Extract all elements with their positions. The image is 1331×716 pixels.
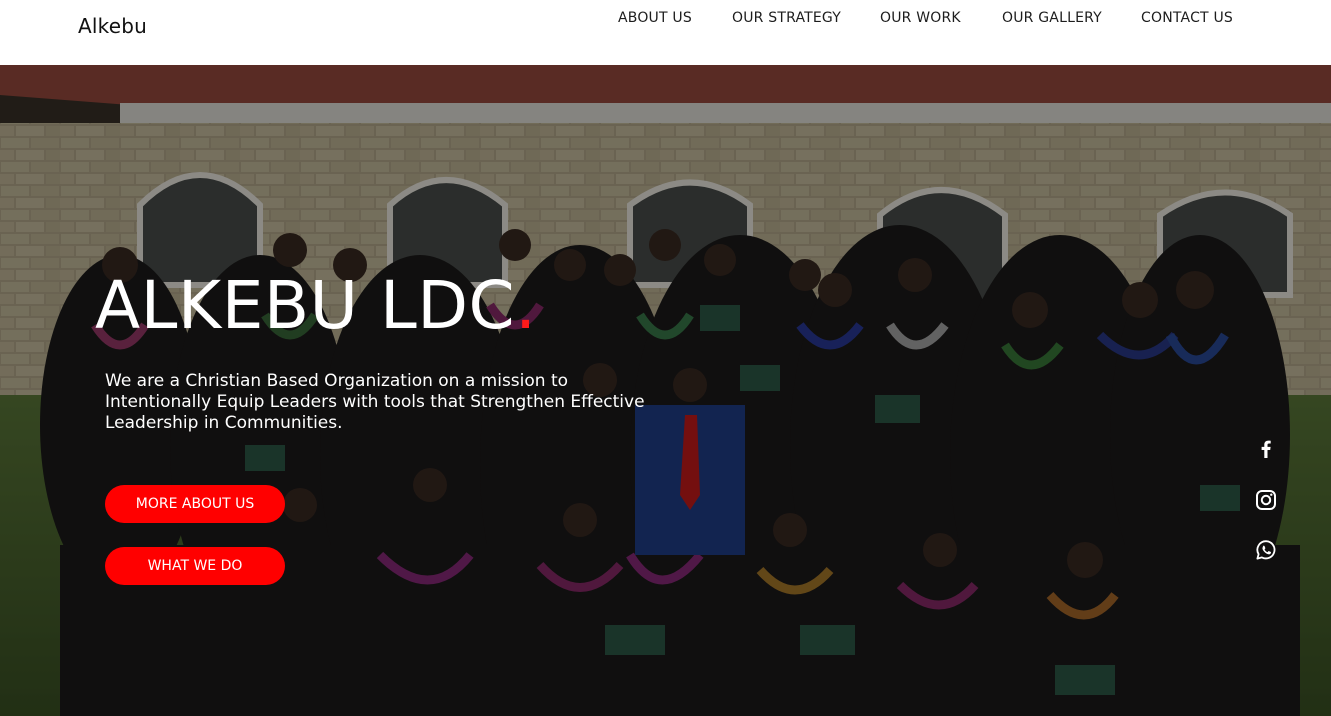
- what-we-do-button[interactable]: WHAT WE DO: [105, 547, 285, 585]
- hero-title-dot: .: [515, 267, 537, 344]
- nav-our-strategy[interactable]: OUR STRATEGY: [732, 10, 841, 26]
- facebook-icon[interactable]: [1254, 437, 1278, 461]
- nav-our-work[interactable]: OUR WORK: [880, 10, 961, 26]
- instagram-icon[interactable]: [1254, 488, 1278, 512]
- page: Alkebu ABOUT US OUR STRATEGY OUR WORK OU…: [0, 0, 1331, 716]
- nav-our-gallery[interactable]: OUR GALLERY: [1002, 10, 1102, 26]
- hero-title: ALKEBU LDC.: [95, 273, 537, 339]
- nav-about-us[interactable]: ABOUT US: [618, 10, 692, 26]
- hero-title-text: ALKEBU LDC: [95, 267, 516, 344]
- hero-description: We are a Christian Based Organization on…: [105, 371, 645, 433]
- whatsapp-icon[interactable]: [1254, 538, 1278, 562]
- site-header: Alkebu ABOUT US OUR STRATEGY OUR WORK OU…: [0, 0, 1331, 65]
- site-logo[interactable]: Alkebu: [78, 14, 147, 38]
- nav-contact-us[interactable]: CONTACT US: [1141, 10, 1233, 26]
- more-about-us-button[interactable]: MORE ABOUT US: [105, 485, 285, 523]
- hero-section: ALKEBU LDC. We are a Christian Based Org…: [0, 65, 1331, 716]
